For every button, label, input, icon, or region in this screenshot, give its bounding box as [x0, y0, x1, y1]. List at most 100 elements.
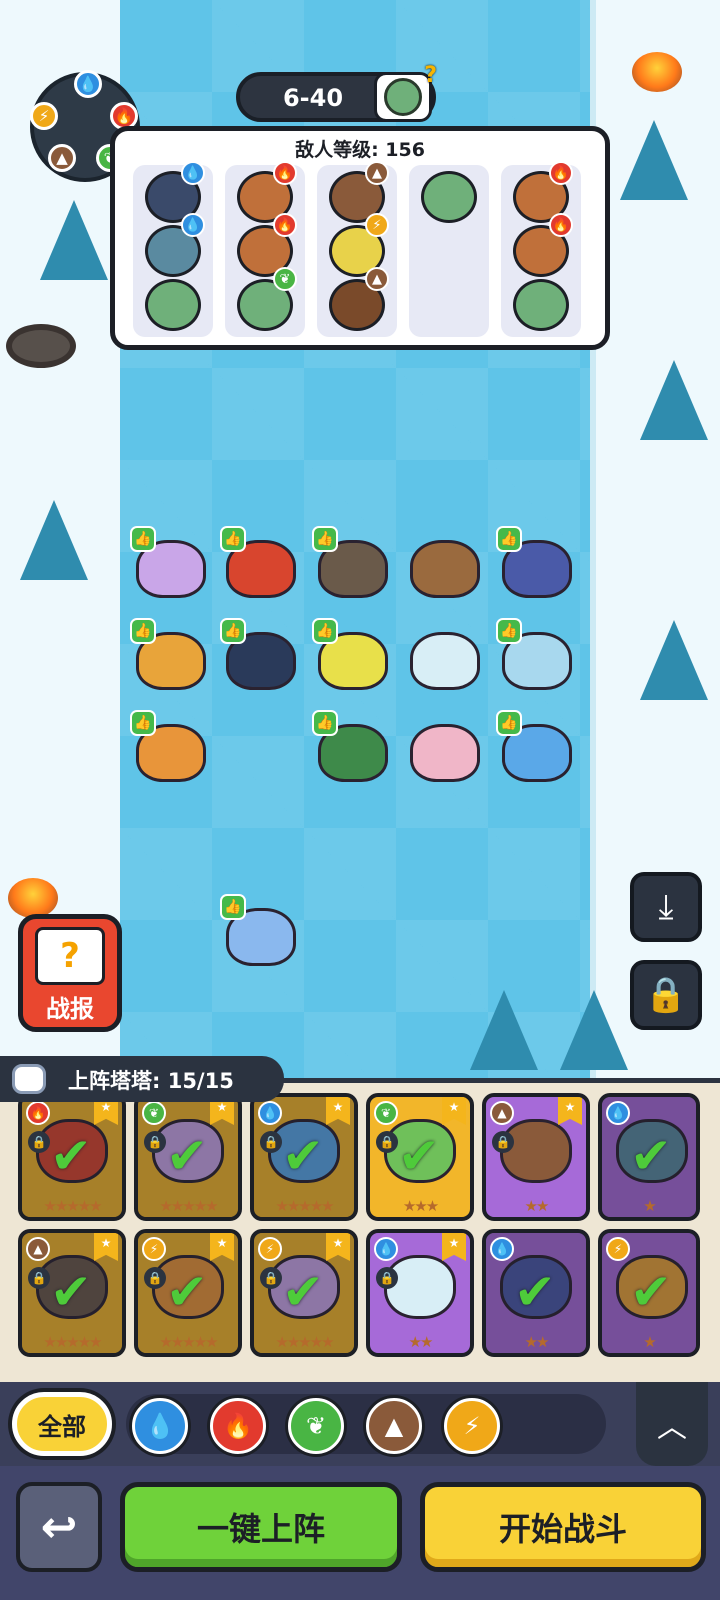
water-drop-icon: 💧: [145, 1412, 175, 1440]
filter-lightning-button[interactable]: ⚡: [444, 1398, 500, 1454]
thumbs-up-icon: 👍: [312, 618, 338, 644]
stage-indicator: 6-40 ?: [236, 63, 437, 122]
check-mark-icon: ✔: [630, 1263, 672, 1321]
placed-unit[interactable]: 👍: [220, 618, 302, 694]
placed-unit[interactable]: [404, 526, 486, 602]
check-mark-icon: ✔: [50, 1263, 92, 1321]
placed-unit[interactable]: 👍: [312, 710, 394, 786]
card-art: [384, 1255, 456, 1319]
filter-fire-button[interactable]: 🔥: [210, 1398, 266, 1454]
lightning-icon: ⚡: [142, 1237, 166, 1261]
unit-card[interactable]: ▲ ★ 🔒 ★★: [482, 1093, 590, 1221]
check-mark-icon: ✔: [282, 1127, 324, 1185]
placed-unit[interactable]: 👍: [220, 894, 302, 970]
lock-icon: 🔒: [644, 975, 688, 1015]
placed-unit[interactable]: [404, 710, 486, 786]
placed-unit[interactable]: 👍: [312, 526, 394, 602]
thumbs-up-icon: 👍: [220, 618, 246, 644]
enemy-portrait[interactable]: [513, 279, 569, 331]
thumbs-up-icon: 👍: [312, 526, 338, 552]
mountain-icon: ▲: [365, 161, 389, 185]
auto-deploy-button[interactable]: 一键上阵: [120, 1482, 402, 1572]
unit-card[interactable]: ⚡ ★ 🔒 ✔ ★★★★★: [250, 1229, 358, 1357]
collapse-roster-button[interactable]: ︿: [636, 1382, 708, 1466]
lock-icon: 🔒: [492, 1131, 514, 1153]
unit-card[interactable]: ⚡ ★ 🔒 ✔ ★★★★★: [134, 1229, 242, 1357]
placed-unit[interactable]: 👍: [496, 526, 578, 602]
unit-card[interactable]: 🔥 ★ 🔒 ✔ ★★★★★: [18, 1093, 126, 1221]
filter-rock-button[interactable]: ▲: [366, 1398, 422, 1454]
card-stars: ★★★★★: [275, 1333, 334, 1351]
unit-card[interactable]: ❦ ★ 🔒 ✔ ★★★★★: [134, 1093, 242, 1221]
boss-face: [384, 78, 422, 116]
roster-panel: 🔥 ★ 🔒 ✔ ★★★★★ ❦ ★ 🔒 ✔ ★★★★★ 💧 ★ 🔒 ✔ ★★★★…: [0, 1078, 720, 1382]
unit-sprite: [410, 540, 480, 598]
lightning-icon: ⚡: [463, 1412, 481, 1440]
pine-tree-icon: [470, 990, 538, 1070]
leaf-icon: ❦: [142, 1101, 166, 1125]
lock-icon: 🔒: [144, 1267, 166, 1289]
placed-unit[interactable]: 👍: [130, 618, 212, 694]
leaf-icon: ❦: [305, 1412, 327, 1440]
thumbs-up-icon: 👍: [130, 710, 156, 736]
water-drop-icon: 💧: [606, 1101, 630, 1125]
unit-card[interactable]: ⚡ ✔ ★: [598, 1229, 700, 1357]
thumbs-up-icon: 👍: [496, 526, 522, 552]
lightning-icon: ⚡: [30, 102, 58, 130]
filter-leaf-button[interactable]: ❦: [288, 1398, 344, 1454]
back-button[interactable]: ↩: [16, 1482, 102, 1572]
water-drop-icon: 💧: [258, 1101, 282, 1125]
card-stars: ★★★★★: [43, 1333, 102, 1351]
mystery-boss-icon[interactable]: ?: [374, 63, 437, 122]
stage-label: 6-40: [282, 84, 344, 112]
question-mark-icon: ?: [35, 927, 105, 985]
lock-icon: 🔒: [260, 1131, 282, 1153]
placed-unit[interactable]: 👍: [496, 618, 578, 694]
placed-unit[interactable]: 👍: [130, 710, 212, 786]
placed-unit[interactable]: 👍: [220, 526, 302, 602]
pine-tree-icon: [560, 990, 628, 1070]
placed-unit[interactable]: [404, 618, 486, 694]
rank-ribbon-icon: ★: [442, 1233, 466, 1261]
unit-card[interactable]: 💧 ★ 🔒 ✔ ★★★★★: [250, 1093, 358, 1221]
placed-unit[interactable]: 👍: [312, 618, 394, 694]
fire-icon: 🔥: [223, 1412, 253, 1440]
card-stars: ★: [643, 1333, 656, 1351]
leaf-icon: ❦: [374, 1101, 398, 1125]
fire-icon: 🔥: [26, 1101, 50, 1125]
card-stars: ★★: [524, 1197, 550, 1215]
placed-unit[interactable]: 👍: [130, 526, 212, 602]
enemy-portrait[interactable]: [421, 171, 477, 223]
thumbs-up-icon: 👍: [312, 710, 338, 736]
check-mark-icon: ✔: [50, 1127, 92, 1185]
fire-icon: 🔥: [549, 213, 573, 237]
mountain-icon: ▲: [384, 1412, 404, 1440]
unit-card[interactable]: 💧 ✔ ★: [598, 1093, 700, 1221]
card-stars: ★★: [524, 1333, 550, 1351]
unit-card[interactable]: ❦ ★ 🔒 ✔ ★★★: [366, 1093, 474, 1221]
campfire-icon: [8, 878, 58, 918]
download-button[interactable]: ⤓: [630, 872, 702, 942]
water-drop-icon: 💧: [181, 161, 205, 185]
unit-card[interactable]: 💧 ★ 🔒 ★★: [366, 1229, 474, 1357]
pine-tree-icon: [620, 120, 688, 200]
placed-unit[interactable]: 👍: [496, 710, 578, 786]
unit-card[interactable]: 💧 ✔ ★★: [482, 1229, 590, 1357]
rank-ribbon-icon: ★: [558, 1097, 582, 1125]
filter-water-button[interactable]: 💧: [132, 1398, 188, 1454]
enemy-portrait[interactable]: [145, 279, 201, 331]
unit-card[interactable]: ▲ ★ 🔒 ✔ ★★★★★: [18, 1229, 126, 1357]
roster-count-tag: 上阵塔塔: 15/15: [0, 1056, 284, 1102]
check-mark-icon: ✔: [514, 1263, 556, 1321]
battle-report-button[interactable]: ? 战报: [18, 914, 122, 1032]
rank-ribbon-icon: ★: [442, 1097, 466, 1125]
lock-button[interactable]: 🔒: [630, 960, 702, 1030]
thumbs-up-icon: 👍: [220, 894, 246, 920]
lightning-icon: ⚡: [365, 213, 389, 237]
fire-icon: 🔥: [273, 161, 297, 185]
filter-all-button[interactable]: 全部: [12, 1392, 112, 1456]
water-drop-icon: 💧: [490, 1237, 514, 1261]
start-battle-button[interactable]: 开始战斗: [420, 1482, 706, 1572]
pine-tree-icon: [40, 200, 108, 280]
question-mark-icon: ?: [424, 63, 437, 88]
